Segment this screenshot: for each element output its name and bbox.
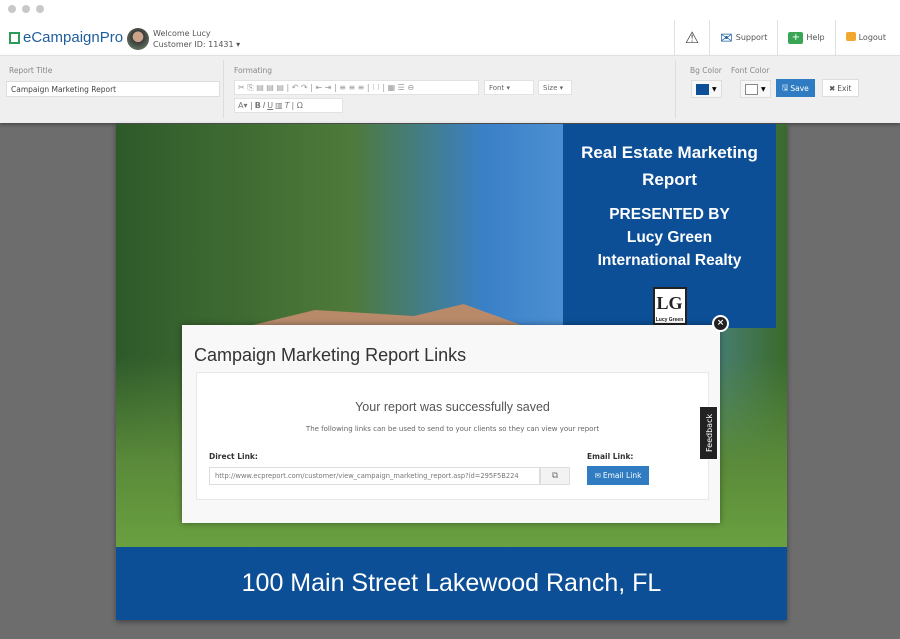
caret-down-icon: ▾ xyxy=(559,84,564,92)
medkit-icon: + xyxy=(788,31,804,44)
close-icon: × xyxy=(716,318,725,328)
direct-link-input[interactable]: http://www.ecpreport.com/customer/view_c… xyxy=(209,467,540,485)
report-heading: Real Estate Marketing Report xyxy=(581,143,758,189)
font-color-swatch xyxy=(745,83,758,95)
warning-icon: ⚠ xyxy=(684,28,700,47)
agent-name: Lucy Green xyxy=(626,229,713,246)
report-title-input[interactable]: Campaign Marketing Report xyxy=(6,81,220,97)
avatar[interactable] xyxy=(127,28,149,50)
agent-logo: LG Lucy Green xyxy=(652,287,687,325)
window-controls xyxy=(8,5,44,13)
customer-id: Customer ID: 11431 xyxy=(153,40,234,49)
success-subtext: The following links can be used to send … xyxy=(305,425,600,433)
company-name: International Realty xyxy=(597,252,742,269)
support-button[interactable]: ✉ Support xyxy=(709,20,777,55)
exit-button[interactable]: ✖ Exit xyxy=(822,79,859,97)
logout-button[interactable]: Logout xyxy=(834,20,900,55)
formatting-label: Formating xyxy=(234,66,273,75)
bg-color-label: Bg Color xyxy=(690,66,722,75)
report-title-label: Report Title xyxy=(9,66,53,75)
font-color-picker[interactable]: ▼ xyxy=(740,80,771,98)
logo-text: eCampaignPro xyxy=(23,29,124,46)
font-color-label: Font Color xyxy=(731,66,770,75)
email-link-button[interactable]: ✉ Email Link xyxy=(587,466,649,485)
app-header: eCampaignPro Welcome Lucy Customer ID: 11… xyxy=(0,0,900,55)
caret-down-icon: ▾ xyxy=(236,40,241,49)
close-icon: ✖ xyxy=(829,83,836,93)
modal-title: Campaign Marketing Report Links xyxy=(194,345,467,365)
save-button[interactable]: 🖫 Save xyxy=(776,79,815,97)
user-menu[interactable]: Welcome Lucy Customer ID: 11431 ▾ xyxy=(153,28,240,50)
envelope-icon: ✉ xyxy=(594,471,601,480)
caret-down-icon: ▾ xyxy=(506,84,510,92)
direct-link-label: Direct Link: xyxy=(209,452,258,461)
copy-icon: ⧉ xyxy=(551,471,559,481)
report-title-panel[interactable]: Real Estate Marketing Report PRESENTED B… xyxy=(563,124,776,328)
presented-by: PRESENTED BY xyxy=(609,206,730,223)
alert-button[interactable]: ⚠ xyxy=(673,20,709,55)
editor-toolbar: Report Title Campaign Marketing Report F… xyxy=(0,55,900,123)
property-address[interactable]: 100 Main Street Lakewood Ranch, FL xyxy=(116,547,787,620)
window-dot[interactable] xyxy=(8,5,16,13)
welcome-text: Welcome Lucy xyxy=(153,29,211,38)
modal-body: Your report was successfully saved The f… xyxy=(196,372,709,500)
lock-icon xyxy=(845,31,856,41)
logo[interactable]: eCampaignPro xyxy=(9,29,123,46)
envelope-icon: ✉ xyxy=(720,28,733,47)
help-button[interactable]: + Help xyxy=(777,20,834,55)
caret-down-icon: ▼ xyxy=(761,85,766,93)
copy-button[interactable]: ⧉ xyxy=(540,467,570,485)
caret-down-icon: ▼ xyxy=(712,85,717,93)
save-icon: 🖫 xyxy=(782,82,789,92)
window-dot[interactable] xyxy=(22,5,30,13)
size-select[interactable]: Size ▾ xyxy=(538,80,572,95)
font-select[interactable]: Font ▾ xyxy=(484,80,534,95)
bg-color-swatch xyxy=(696,83,709,95)
feedback-tab[interactable]: Feedback xyxy=(699,406,718,460)
report-links-modal: Campaign Marketing Report Links Your rep… xyxy=(182,325,720,523)
bg-color-picker[interactable]: ▼ xyxy=(691,80,722,98)
success-message: Your report was successfully saved xyxy=(355,400,550,414)
email-link-label: Email Link: xyxy=(587,452,634,461)
window-dot[interactable] xyxy=(36,5,44,13)
formatting-buttons[interactable]: ✂ ⎘ ▤ ▤ ▤ | ↶ ↷ | ⇤ ⇥ | ≡ ≡ ≡ | ⁝ ⁝ | ▦ … xyxy=(234,80,479,95)
modal-close-button[interactable]: × xyxy=(712,315,729,332)
logo-mark xyxy=(9,31,20,44)
text-format-buttons[interactable]: A▾ | B I U ▥ T | Ω xyxy=(234,98,343,113)
